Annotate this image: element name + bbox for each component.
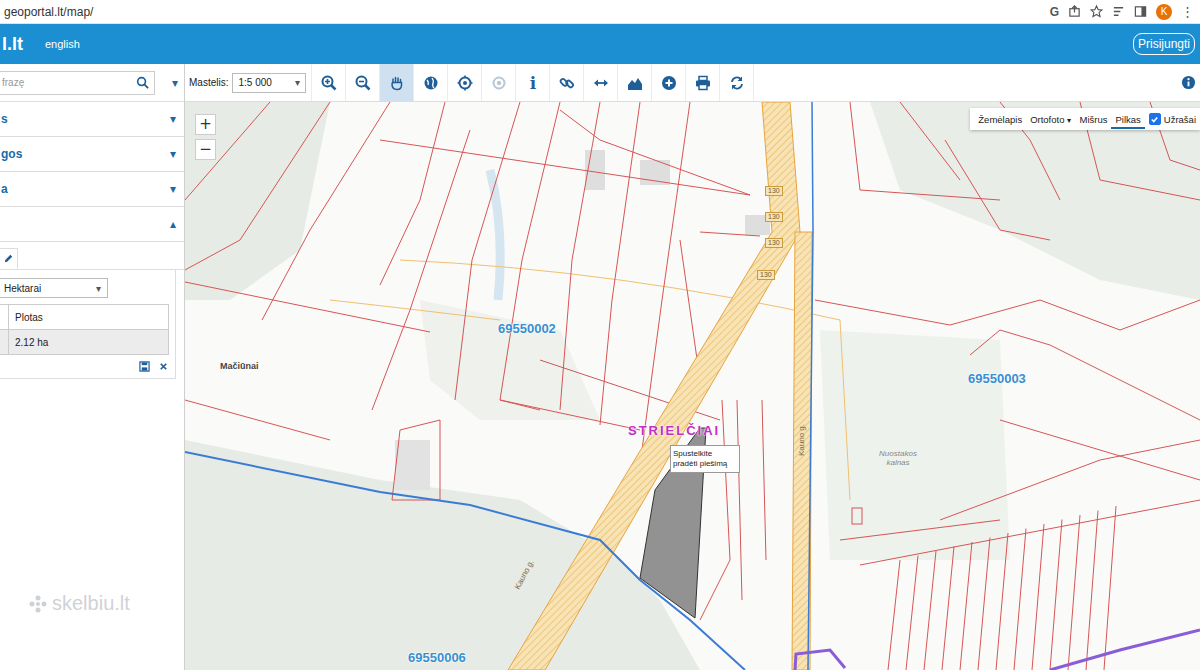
help-icon[interactable] <box>1181 75 1196 90</box>
language-link[interactable]: english <box>45 38 80 50</box>
watermark: skelbiu.lt <box>28 592 130 615</box>
zoom-in-button[interactable] <box>311 64 345 101</box>
close-icon[interactable] <box>158 361 169 372</box>
street-label: Kauno g. <box>798 424 807 456</box>
cadastre-label: 69550006 <box>408 651 466 665</box>
print-button[interactable] <box>685 64 719 101</box>
zoom-out-button[interactable] <box>345 64 379 101</box>
measure-panel: Hektarai ▾ Plotas2.12 ha <box>0 242 184 379</box>
zoom-button[interactable]: + <box>195 114 216 135</box>
link-button[interactable] <box>549 64 583 101</box>
measure-button[interactable] <box>583 64 617 101</box>
sidebar-section[interactable]: s ▾ <box>0 102 184 137</box>
logo[interactable]: l.lt <box>2 34 23 55</box>
side-panel-icon[interactable] <box>1134 5 1147 18</box>
star-icon[interactable] <box>1090 5 1103 18</box>
cadastre-label: 69550003 <box>968 372 1026 386</box>
hill-label: Nuostakos kalnas <box>876 450 920 468</box>
layer-option[interactable]: Mišrus <box>1075 110 1111 129</box>
road-number-label: 130 <box>765 212 783 222</box>
search-field[interactable]: frazę <box>0 71 155 95</box>
place-label: Mačiūnai <box>220 362 259 372</box>
zoom-out-icon <box>355 75 371 91</box>
search-icon[interactable] <box>136 76 149 89</box>
distance-icon <box>593 75 609 91</box>
sidebar-section[interactable]: a ▾ <box>0 172 184 207</box>
base-layer-switcher: ŽemėlapisOrtofoto▾MišrusPilkas Užrašai <box>970 108 1200 130</box>
screen: geoportal.lt/map/ G K ⋮ l.lt english Pri… <box>0 0 1200 670</box>
map-canvas[interactable]: 69550002 69550003 69550006 STRIELČIAI Mačiūn… <box>185 102 1200 670</box>
locate-button[interactable] <box>481 64 515 101</box>
map-drawing <box>185 102 1200 670</box>
cadastre-label: 69550002 <box>498 322 556 336</box>
add-button[interactable] <box>651 64 685 101</box>
road-number-label: 130 <box>765 238 783 248</box>
globe-icon <box>423 75 439 91</box>
sidebar-section[interactable]: ▴ <box>0 207 184 242</box>
measure-table: Plotas2.12 ha <box>0 304 169 355</box>
address-bar[interactable]: geoportal.lt/map/ <box>4 5 93 19</box>
layer-option[interactable]: Žemėlapis <box>974 110 1026 129</box>
refresh-button[interactable] <box>719 64 753 101</box>
unit-select[interactable]: Hektarai ▾ <box>0 278 108 298</box>
zoom-controls: +− <box>195 114 216 160</box>
sidebar-section[interactable]: gos ▾ <box>0 137 184 172</box>
share-icon[interactable] <box>1068 5 1081 18</box>
elevation-profile-icon <box>627 75 643 91</box>
app-header: l.lt english Prisijungti <box>0 24 1200 64</box>
locate-icon <box>491 75 507 91</box>
pan-button[interactable] <box>379 64 413 101</box>
table-row: 2.12 ha <box>0 330 169 355</box>
sidebar: frazę ▾ s ▾ gos ▾ a ▾ ▴ Hektarai ▾ Plota… <box>0 64 185 670</box>
info-button[interactable]: i <box>515 64 549 101</box>
refresh-icon <box>729 75 745 91</box>
reading-list-icon[interactable] <box>1112 5 1125 18</box>
link-icon <box>559 75 575 91</box>
layer-option[interactable]: Pilkas <box>1111 110 1144 129</box>
draw-tooltip: Spustelkite pradėti piešimą <box>670 445 740 473</box>
check-icon <box>1150 115 1159 124</box>
save-icon[interactable] <box>139 361 150 372</box>
flower-icon <box>28 594 48 614</box>
road-number-label: 130 <box>757 270 775 280</box>
search-toggle[interactable]: ▾ <box>172 76 178 90</box>
village-label: STRIELČIAI <box>628 424 720 438</box>
zoom-button[interactable]: − <box>195 139 216 160</box>
target-icon <box>457 75 473 91</box>
layer-option[interactable]: Ortofoto▾ <box>1026 110 1075 129</box>
table-cell: 2.12 ha <box>9 330 169 355</box>
browser-menu[interactable]: ⋮ <box>1181 4 1194 19</box>
globe-button[interactable] <box>413 64 447 101</box>
zoom-in-icon <box>321 75 337 91</box>
profile-button[interactable] <box>617 64 651 101</box>
pencil-icon <box>3 253 14 264</box>
search-row: frazę ▾ <box>0 64 184 102</box>
info-icon: i <box>530 73 536 93</box>
google-lens-icon[interactable]: G <box>1050 5 1059 19</box>
add-circle-icon <box>661 75 677 91</box>
login-button[interactable]: Prisijungti <box>1133 33 1195 55</box>
table-header: Plotas <box>9 305 169 330</box>
labels-checkbox[interactable]: Užrašai <box>1145 113 1196 125</box>
browser-bar: geoportal.lt/map/ G K ⋮ <box>0 0 1200 24</box>
road-number-label: 130 <box>765 186 783 196</box>
toolbar: Mastelis: 1:5 000 ▾ i <box>185 64 1200 102</box>
target-button[interactable] <box>447 64 481 101</box>
checkbox[interactable] <box>1149 113 1161 125</box>
hand-icon <box>389 75 405 91</box>
scale-select[interactable]: 1:5 000 ▾ <box>232 73 306 93</box>
draw-tab[interactable] <box>0 248 18 269</box>
profile-avatar[interactable]: K <box>1156 4 1172 20</box>
printer-icon <box>695 75 711 91</box>
